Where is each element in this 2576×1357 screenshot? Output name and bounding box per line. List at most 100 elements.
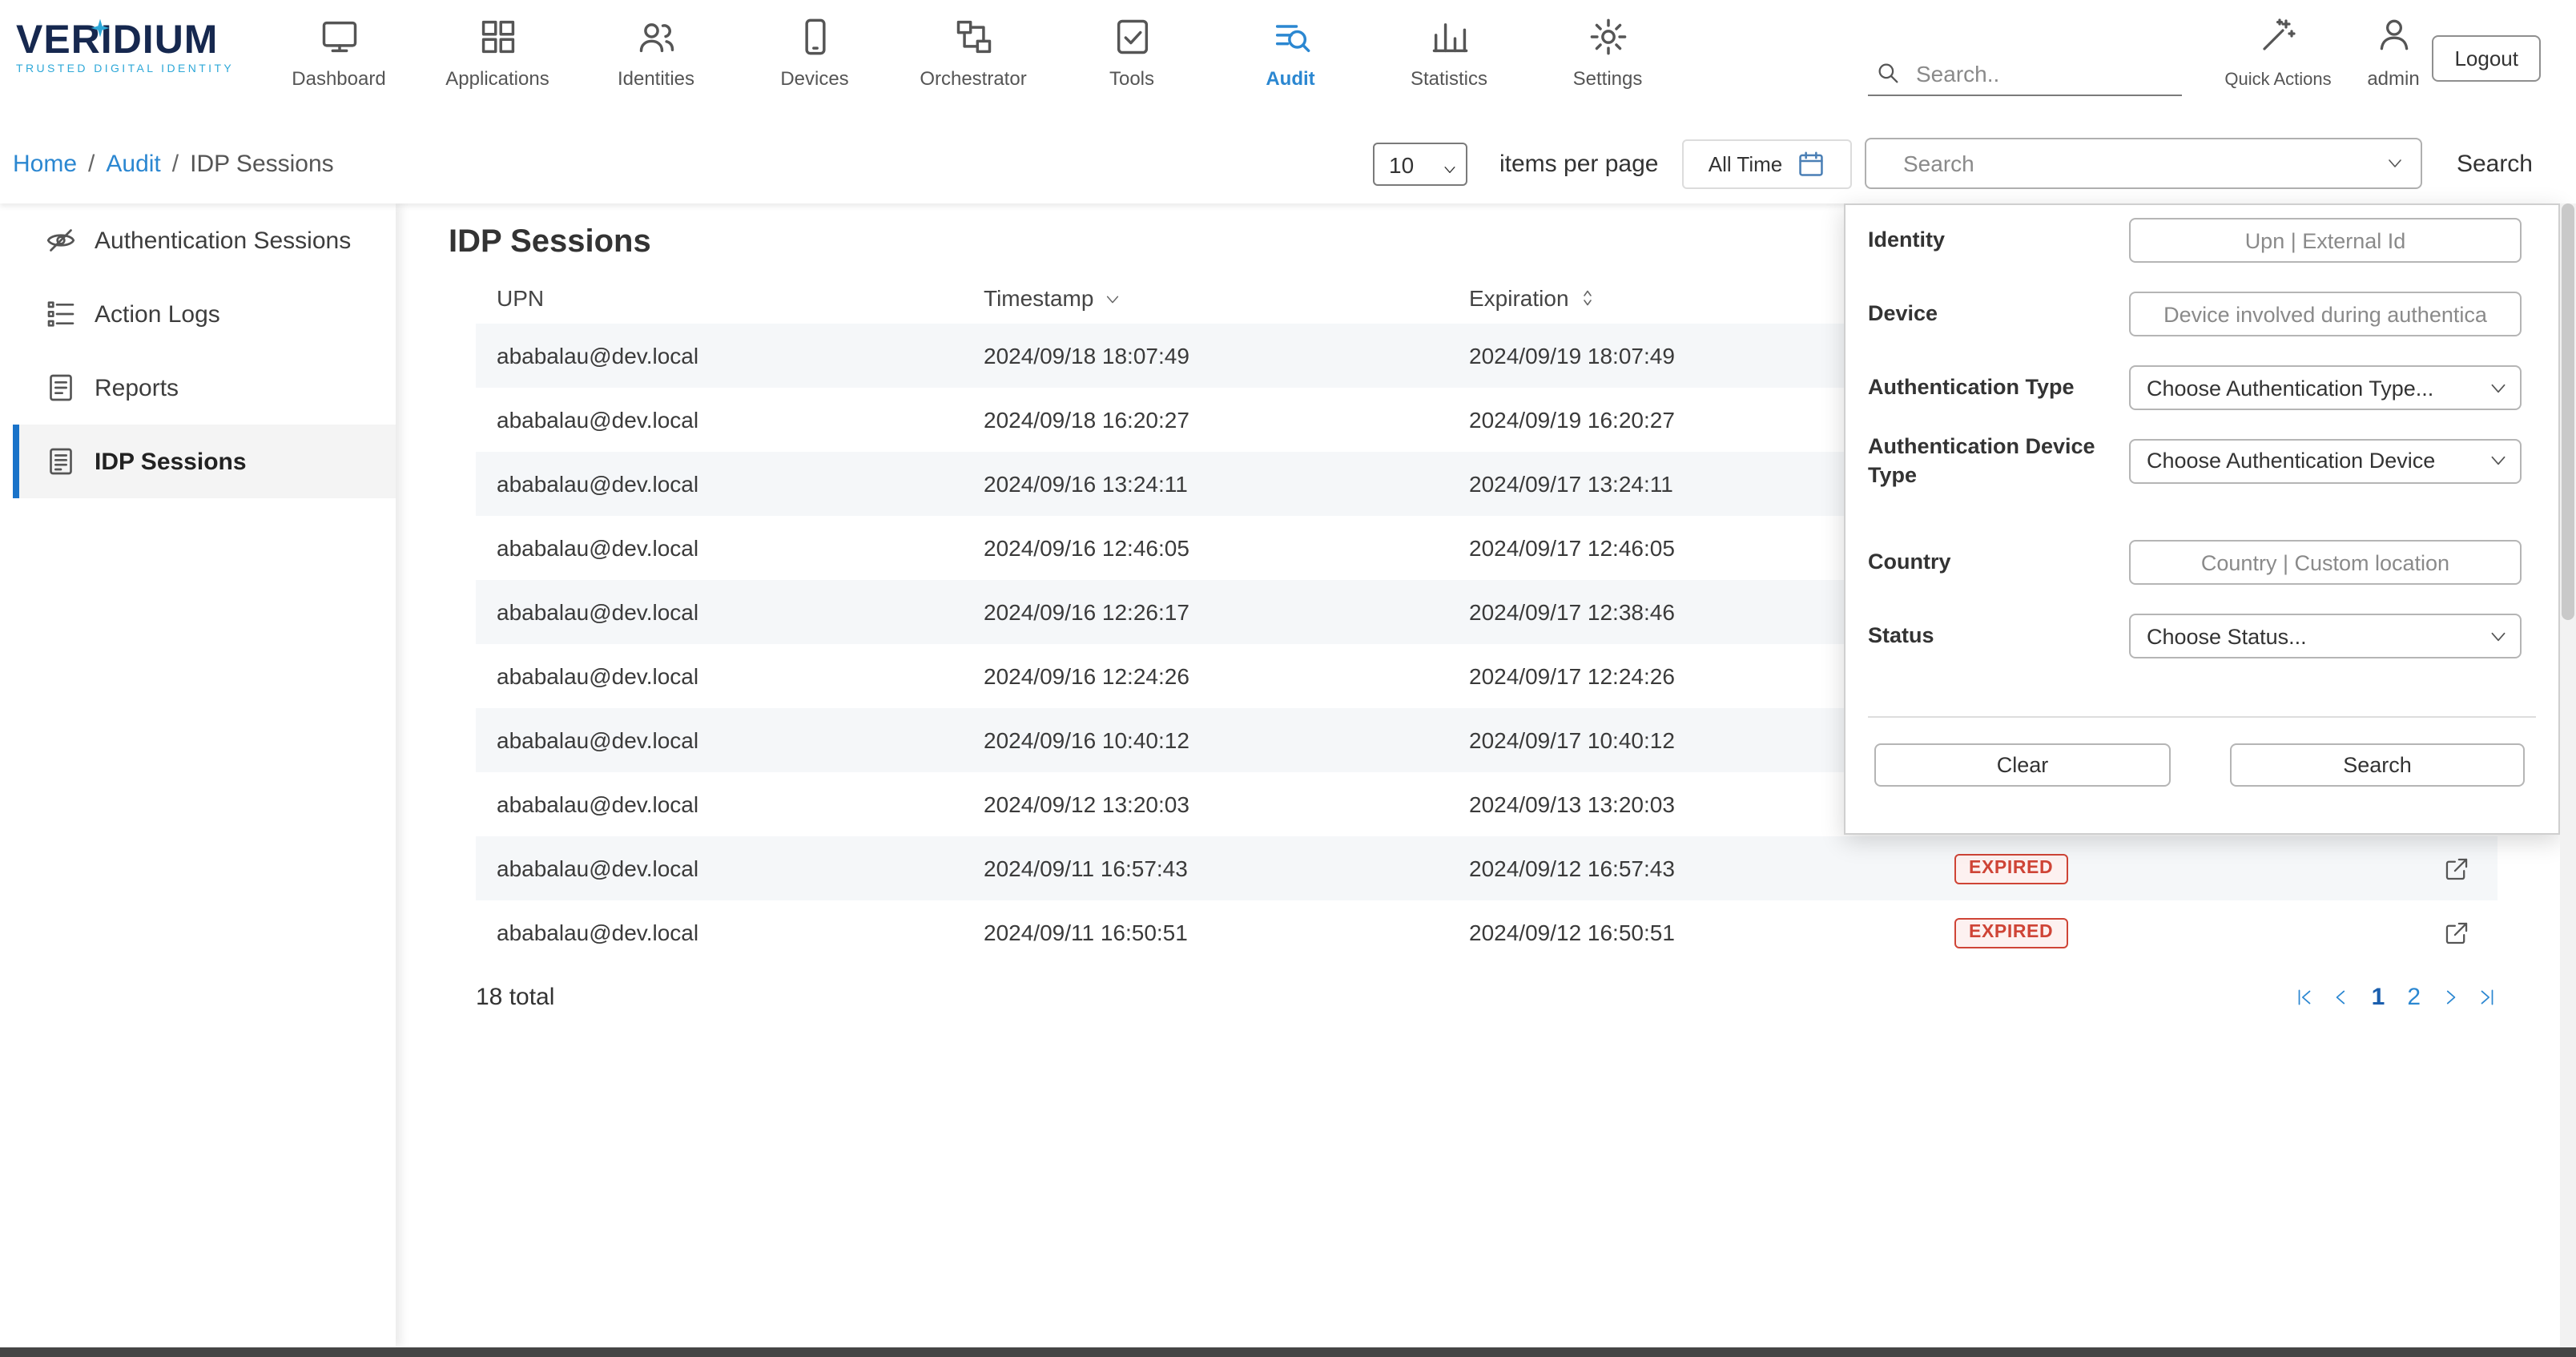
filter-field-country: Country (1868, 540, 2522, 585)
sidebar: Authentication Sessions Action Logs Repo… (0, 203, 396, 1347)
sidebar-item-label: IDP Sessions (95, 448, 247, 475)
scrollbar-thumb[interactable] (2562, 203, 2574, 620)
breadcrumb-current: IDP Sessions (190, 151, 334, 178)
sidebar-item-authentication-sessions[interactable]: Authentication Sessions (13, 203, 396, 277)
nav-label: Tools (1053, 67, 1211, 90)
nav-label: Settings (1528, 67, 1687, 90)
identity-input[interactable] (2129, 218, 2522, 263)
sidebar-item-label: Reports (95, 374, 179, 401)
top-nav: VERIDIUM TRUSTED DIGITAL IDENTITY Dashbo… (0, 0, 2576, 125)
cell-upn: ababalau@dev.local (476, 343, 963, 368)
select-value: Choose Authentication Device (2147, 449, 2435, 473)
nav-item-settings[interactable]: Settings (1528, 13, 1687, 90)
clear-button[interactable]: Clear (1874, 743, 2171, 787)
status-badge: EXPIRED (1954, 854, 2067, 884)
filter-label: Device (1868, 300, 2129, 328)
nav-item-orchestrator[interactable]: Orchestrator (894, 13, 1053, 90)
select-value: Choose Status... (2147, 624, 2307, 648)
vertical-scrollbar (2560, 203, 2576, 1347)
toolbar-search-input[interactable] (1866, 151, 2385, 176)
star-icon (90, 6, 111, 46)
cell-timestamp: 2024/09/18 18:07:49 (963, 343, 1448, 368)
open-session-icon[interactable] (2442, 919, 2469, 946)
cell-upn: ababalau@dev.local (476, 856, 963, 881)
device-input[interactable] (2129, 292, 2522, 336)
identities-icon (577, 13, 735, 61)
cell-expiration: 2024/09/12 16:50:51 (1448, 920, 1934, 945)
user-menu[interactable]: admin (2349, 14, 2438, 90)
filter-label: Authentication Type (1868, 373, 2129, 401)
nav-item-dashboard[interactable]: Dashboard (260, 13, 418, 90)
breadcrumb-home[interactable]: Home (13, 151, 77, 178)
page-number-1[interactable]: 1 (2369, 984, 2389, 1011)
cell-timestamp: 2024/09/16 12:24:26 (963, 663, 1448, 689)
brand-name: VERIDIUM (16, 21, 272, 61)
cell-timestamp: 2024/09/16 10:40:12 (963, 727, 1448, 753)
cell-status: EXPIRED (1934, 853, 2414, 884)
toolbar-search-button[interactable]: Search (2447, 139, 2542, 189)
brand-text: VERIDIUM (16, 18, 218, 62)
cell-upn: ababalau@dev.local (476, 599, 963, 625)
chevron-down-icon (2488, 626, 2509, 646)
cell-timestamp: 2024/09/11 16:50:51 (963, 920, 1448, 945)
table-row[interactable]: ababalau@dev.local 2024/09/11 16:57:43 2… (476, 836, 2498, 900)
column-header-timestamp[interactable]: Timestamp (963, 285, 1448, 311)
country-input[interactable] (2129, 540, 2522, 585)
user-icon (2373, 14, 2413, 54)
cell-timestamp: 2024/09/16 12:26:17 (963, 599, 1448, 625)
status-badge: EXPIRED (1954, 918, 2067, 948)
items-per-page-select[interactable]: 10 (1373, 143, 1467, 186)
action-logs-icon (45, 298, 77, 330)
table-footer: 18 total 1 2 (476, 984, 2498, 1011)
app-root: VERIDIUM TRUSTED DIGITAL IDENTITY Dashbo… (0, 0, 2576, 1357)
dashboard-icon (260, 13, 418, 61)
table-row[interactable]: ababalau@dev.local 2024/09/11 16:50:51 2… (476, 900, 2498, 964)
column-header-upn[interactable]: UPN (476, 285, 963, 311)
first-page-icon[interactable] (2295, 987, 2316, 1008)
nav-item-statistics[interactable]: Statistics (1370, 13, 1528, 90)
status-select[interactable]: Choose Status... (2129, 614, 2522, 658)
global-search-input[interactable] (1916, 60, 2182, 86)
next-page-icon[interactable] (2440, 987, 2461, 1008)
page-number-2[interactable]: 2 (2404, 984, 2424, 1011)
cell-upn: ababalau@dev.local (476, 791, 963, 817)
user-label: admin (2349, 67, 2438, 90)
brand-logo[interactable]: VERIDIUM TRUSTED DIGITAL IDENTITY (16, 21, 272, 75)
sidebar-item-action-logs[interactable]: Action Logs (13, 277, 396, 351)
nav-label: Audit (1211, 67, 1370, 90)
cell-upn: ababalau@dev.local (476, 663, 963, 689)
authentication-type-select[interactable]: Choose Authentication Type... (2129, 365, 2522, 410)
filter-label: Authentication Device Type (1868, 433, 2129, 489)
authentication-device-type-select[interactable]: Choose Authentication Device (2129, 438, 2522, 483)
breadcrumb-audit[interactable]: Audit (106, 151, 160, 178)
window-bottom-edge (0, 1347, 2576, 1357)
nav-item-tools[interactable]: Tools (1053, 13, 1211, 90)
breadcrumb: Home / Audit / IDP Sessions (13, 125, 334, 203)
sort-desc-icon (1103, 289, 1121, 307)
idp-sessions-icon (45, 445, 77, 477)
quick-actions-button[interactable]: Quick Actions (2217, 16, 2339, 90)
nav-item-devices[interactable]: Devices (735, 13, 894, 90)
filter-field-status: Status Choose Status... (1868, 614, 2522, 658)
filter-field-identity: Identity (1868, 218, 2522, 263)
reports-icon (45, 372, 77, 404)
sidebar-item-idp-sessions[interactable]: IDP Sessions (13, 425, 396, 498)
chevron-down-icon (2488, 450, 2509, 471)
open-session-icon[interactable] (2442, 855, 2469, 882)
search-icon (1874, 59, 1902, 87)
nav-item-applications[interactable]: Applications (418, 13, 577, 90)
cell-upn: ababalau@dev.local (476, 727, 963, 753)
chevron-down-icon[interactable] (2385, 154, 2405, 173)
logout-button[interactable]: Logout (2432, 35, 2541, 82)
nav-item-audit[interactable]: Audit (1211, 13, 1370, 90)
time-filter-button[interactable]: All Time (1682, 139, 1852, 189)
filter-search-button[interactable]: Search (2230, 743, 2525, 787)
prev-page-icon[interactable] (2332, 987, 2353, 1008)
sidebar-item-label: Authentication Sessions (95, 227, 351, 254)
last-page-icon[interactable] (2477, 987, 2498, 1008)
sidebar-item-reports[interactable]: Reports (13, 351, 396, 425)
nav-item-identities[interactable]: Identities (577, 13, 735, 90)
devices-icon (735, 13, 894, 61)
tools-icon (1053, 13, 1211, 61)
page-title: IDP Sessions (449, 224, 651, 261)
